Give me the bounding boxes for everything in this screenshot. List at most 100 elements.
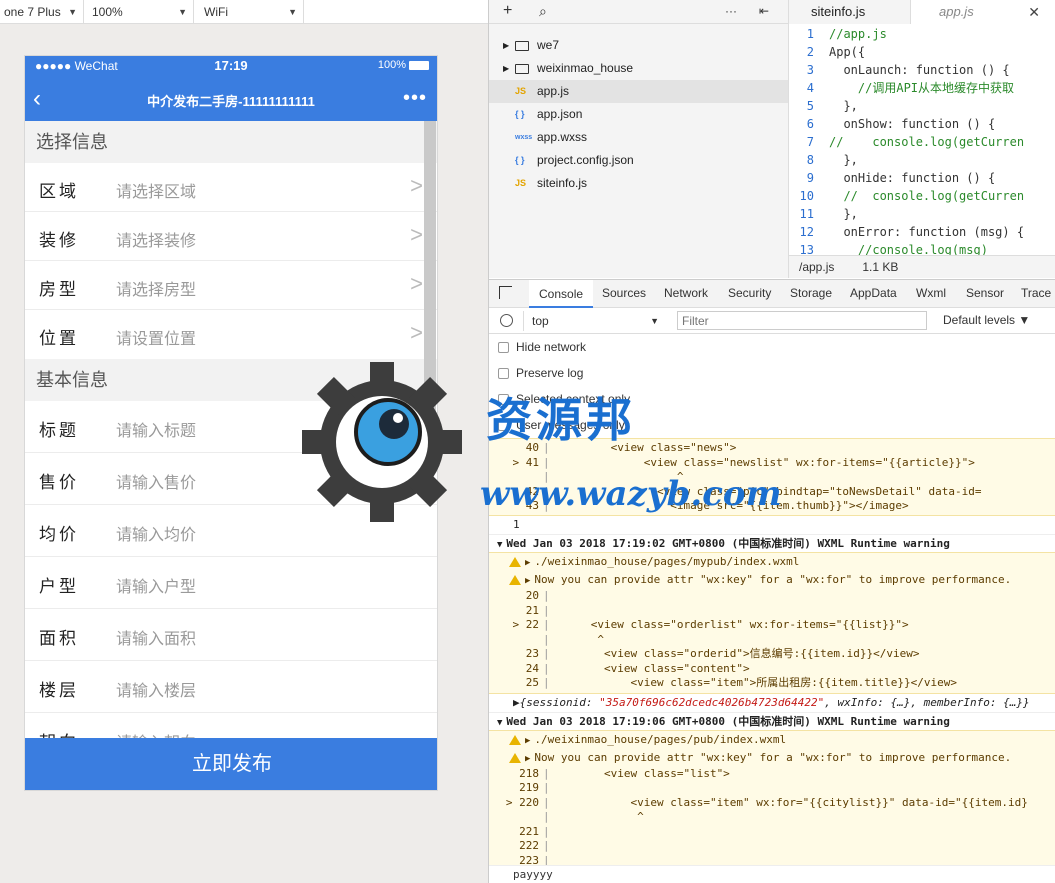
tree-file-app-js[interactable]: JS app.js [489,80,788,103]
wxss-file-icon: wxss [515,134,533,141]
form-row-room-type[interactable]: 房型 请选择房型 > [25,261,437,310]
context-select[interactable]: top ▼ [523,311,663,331]
form-row-orientation[interactable]: 朝向请输入朝向 [25,713,437,741]
form-row-avg-price[interactable]: 均价 请输入均价 [25,505,437,557]
form-row-area[interactable]: 区域 请选择区域 > [25,163,437,212]
code-line: 9 onHide: function () { [789,169,1055,187]
warning-message: ▶ ./weixinmao_house/pages/mypub/index.wxm… [489,552,1055,694]
avg-price-input[interactable]: 请输入均价 [116,521,196,545]
tree-file-app-wxss[interactable]: wxss app.wxss [489,126,788,149]
layout-input[interactable]: 请输入户型 [116,573,196,597]
form-row-location[interactable]: 位置 请设置位置 > [25,310,437,359]
form-row-layout[interactable]: 户型 请输入户型 [25,557,437,609]
code-line: 2 App({ [789,43,1055,61]
form-row-price[interactable]: 售价 请输入售价 [25,453,437,505]
gutter-bar: | [543,810,550,823]
log-group-header[interactable]: ▼ Wed Jan 03 2018 17:19:02 GMT+0800 (中国标准… [489,534,1055,552]
phone-screen: ●●●●● WeChat 17:19 100% ‹ 中介发布二手房-111111… [24,55,438,791]
filter-input[interactable] [677,311,927,330]
tab-security[interactable]: Security [728,286,771,300]
field-label: 标题 [39,421,79,440]
ide-right-panel: + ⌕ ··· ⇤ ▶ we7 ▶ weixinmao_house JS app.js… [488,0,1055,883]
line-number: 221 [519,824,539,838]
option-selected-context[interactable]: Selected context only [489,386,1055,412]
tab-sensor[interactable]: Sensor [966,286,1004,300]
expand-arrow-icon: ▶ [503,41,510,50]
tab-storage[interactable]: Storage [790,286,832,300]
warning-path[interactable]: ./weixinmao_house/pages/pub/index.wxml [534,733,786,746]
scrollbar-thumb[interactable] [424,121,436,461]
gutter-bar: | [543,470,550,483]
warning-path[interactable]: ./weixinmao_house/pages/mypub/index.wxml [534,555,799,568]
inspect-icon[interactable] [499,286,512,299]
option-preserve-log[interactable]: Preserve log [489,360,1055,386]
chevron-down-icon: ▼ [68,7,77,17]
zoom-select[interactable]: 100% ▼ [84,0,194,24]
floor-input[interactable]: 请输入楼层 [116,677,196,701]
tab-siteinfo-js[interactable]: siteinfo.js [789,0,911,24]
tree-file-app-json[interactable]: { } app.json [489,103,788,126]
tree-folder-weixinmao-house[interactable]: ▶ weixinmao_house [489,57,788,80]
network-select[interactable]: WiFi ▼ [194,0,304,24]
line-number: 3 [806,63,814,77]
context-value: top [532,314,549,328]
chevron-down-icon: ▼ [288,7,297,17]
line-text: // console.log(getCurren [829,189,1025,203]
log-object[interactable]: ▶{sessionid: "35a70f696c62dcedc4026b4723… [489,694,1055,712]
more-menu-icon[interactable]: ••• [403,86,427,110]
more-icon[interactable]: ··· [725,4,737,18]
tab-app-js[interactable]: app.js ✕ [911,0,1055,24]
publish-button[interactable]: 立即发布 [25,738,437,790]
tab-network[interactable]: Network [664,286,708,300]
form-row-title[interactable]: 标题 请输入标题 [25,401,437,453]
tree-folder-we7[interactable]: ▶ we7 [489,34,788,57]
object-suffix: , wxInfo: {…}, memberInfo: {…}} [824,695,1030,709]
option-user-messages[interactable]: User messages only [489,412,1055,438]
code-line: 25 | <view class="item">所属出租房:{{item.titl… [489,676,1055,691]
form-row-area-size[interactable]: 面积 请输入面积 [25,609,437,661]
gutter-bar: | [543,499,550,512]
tree-file-siteinfo-js[interactable]: JS siteinfo.js [489,172,788,195]
device-select[interactable]: one 7 Plus ▼ [0,0,84,24]
option-hide-network[interactable]: Hide network [489,334,1055,360]
gutter-bar: | [543,441,550,454]
levels-select[interactable]: Default levels ▼ [943,313,1030,327]
area-size-input[interactable]: 请输入面积 [116,625,196,649]
tab-wxml[interactable]: Wxml [916,286,946,300]
checkbox[interactable] [498,394,509,405]
tab-sources[interactable]: Sources [602,286,646,300]
form-row-floor[interactable]: 楼层 请输入楼层 [25,661,437,713]
line-number: 4 [806,81,814,95]
clear-console-icon[interactable] [500,314,513,327]
line-number: 25 [525,676,539,689]
code-line: 1 //app.js [789,25,1055,43]
line-text: <view class="pic" bindtap="toNewsDetail"… [551,484,982,498]
code-area[interactable]: 1 //app.js 2 App({3 onLaunch: function () {… [789,25,1055,255]
field-label: 均价 [39,525,79,544]
code-editor: siteinfo.js app.js ✕ 1 //app.js 2 App({3 onL… [789,0,1055,278]
gutter-bar: | [543,647,550,660]
checkbox[interactable] [498,342,509,353]
code-line: 12 onError: function (msg) { [789,223,1055,241]
add-icon[interactable]: + [503,2,512,20]
tree-file-project-config[interactable]: { } project.config.json [489,149,788,172]
title-input[interactable]: 请输入标题 [116,417,196,441]
code-line: 5 }, [789,97,1055,115]
checkbox[interactable] [498,368,509,379]
checkbox[interactable] [498,420,509,431]
code-line: 4 //调用API从本地缓存中获取 [789,79,1055,97]
tab-appdata[interactable]: AppData [850,286,897,300]
expand-arrow-icon: ▶ [525,735,531,746]
search-icon[interactable]: ⌕ [539,3,547,20]
line-number: 219 [519,781,539,794]
gutter-bar: | [543,781,550,794]
collapse-icon[interactable]: ⇤ [759,4,769,18]
code-line: > 220 | <view class="item" wx:for="{{city… [489,796,1055,811]
tab-console[interactable]: Console [529,280,594,308]
close-icon[interactable]: ✕ [1028,0,1040,24]
form-row-decoration[interactable]: 装修 请选择装修 > [25,212,437,261]
code-line: 7 // console.log(getCurren [789,133,1055,151]
log-group-header[interactable]: ▼ Wed Jan 03 2018 17:19:06 GMT+0800 (中国标准… [489,711,1055,730]
tab-trace[interactable]: Trace [1021,286,1051,300]
price-input[interactable]: 请输入售价 [116,469,196,493]
